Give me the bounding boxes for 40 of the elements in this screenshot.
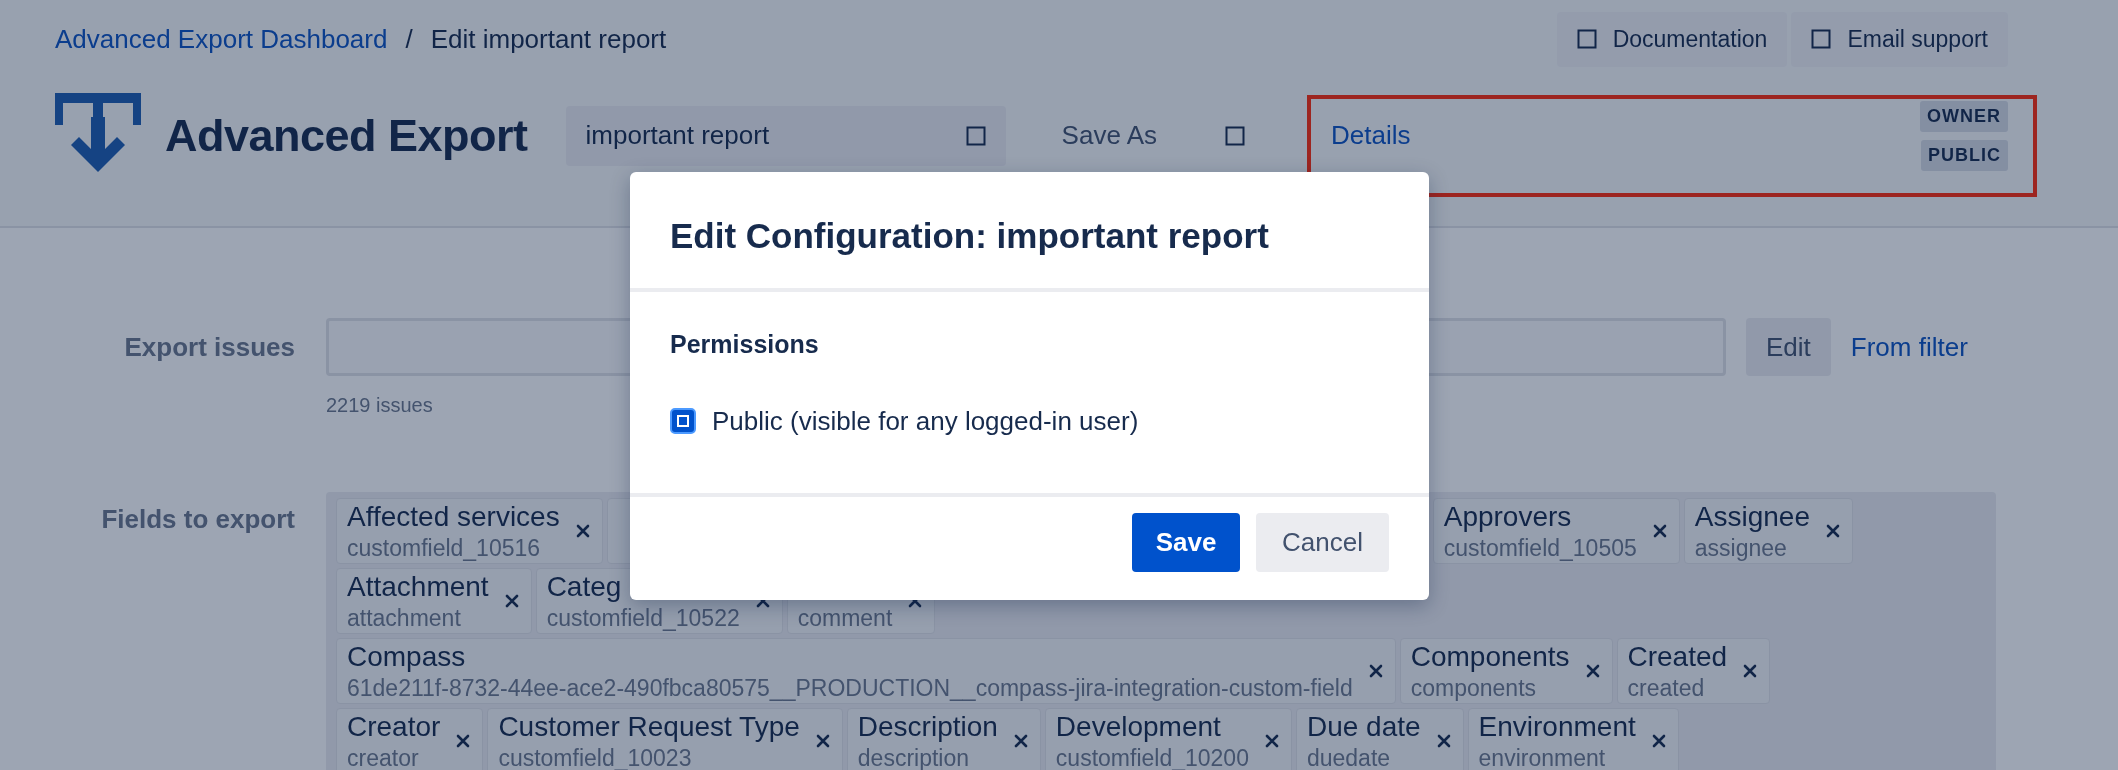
tag-title: Categ [546, 570, 623, 604]
checkbox-label: Public (visible for any logged-in user) [712, 404, 1139, 438]
tag-key: customfield_10522 [546, 604, 740, 632]
tag-title: Created [1627, 640, 1728, 674]
tag-title: Affected services [347, 500, 560, 534]
tag-title: Attachment [347, 570, 489, 604]
dialog-title: Edit Configuration: important report [670, 215, 1270, 257]
tag-title: Components [1410, 640, 1570, 674]
tag-key: duedate [1306, 744, 1421, 770]
tag-key: assignee [1694, 534, 1810, 562]
tag-title: Creator [347, 710, 441, 744]
tag-key: attachment [347, 604, 489, 632]
tag-title: Compass [347, 640, 467, 674]
form-label: Export issues [123, 330, 295, 364]
role-badge: PUBLIC [1921, 139, 2008, 171]
tag-key: environment [1478, 744, 1636, 770]
tag-key: components [1410, 674, 1570, 702]
tag-key: customfield_10516 [347, 534, 560, 562]
tag-key: 61de211f-8732-44ee-ace2-490fbca80575__PRODUCTION__compass-jira-integration-custom-field [347, 674, 1353, 702]
tag-key: customfield_10023 [498, 744, 800, 770]
issue-count: 2219 issues [326, 393, 434, 418]
tag-title: Assignee [1694, 500, 1810, 534]
tag-key: description [857, 744, 998, 770]
tag-key: created [1627, 674, 1728, 702]
app-title: Advanced Export [165, 108, 528, 163]
tag-title: Environment [1478, 710, 1636, 744]
tag-title: Customer Request Type [498, 710, 800, 744]
tag-key: creator [347, 744, 441, 770]
breadcrumb-separator: / [405, 23, 413, 56]
tag-key: comment [797, 604, 893, 632]
tag-title: Description [857, 710, 998, 744]
tag-key: customfield_10200 [1055, 744, 1249, 770]
tag-key: customfield_10505 [1443, 534, 1637, 562]
breadcrumb-current: Edit important report [430, 23, 667, 56]
role-badge: OWNER [1920, 100, 2008, 132]
form-label: Fields to export [100, 503, 295, 536]
section-heading: Permissions [670, 329, 820, 360]
tag-title: Development [1055, 710, 1222, 744]
tag-title: Due date [1306, 710, 1421, 744]
tag-title: Approvers [1443, 500, 1573, 534]
